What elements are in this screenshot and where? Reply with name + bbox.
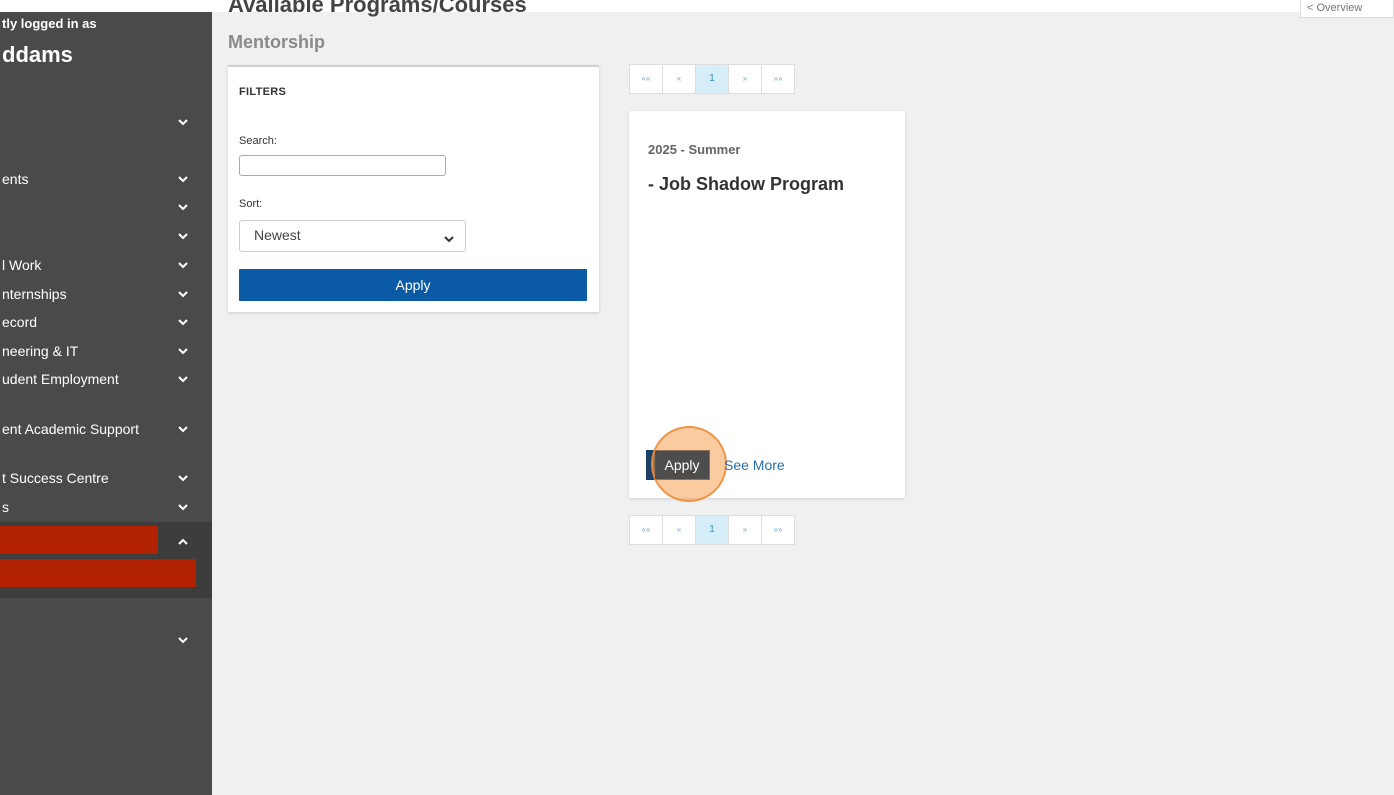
current-page-button[interactable]: 1: [695, 515, 729, 545]
prev-page-button[interactable]: «: [662, 64, 696, 94]
filters-title: FILTERS: [239, 86, 287, 98]
pagination-bottom: «« « 1 » »»: [629, 515, 795, 545]
redacted-subnav-item[interactable]: [0, 559, 196, 587]
see-more-link[interactable]: See More: [724, 457, 785, 473]
sidebar-item-13[interactable]: [0, 629, 212, 653]
sidebar-item-student-employment[interactable]: udent Employment: [0, 368, 212, 392]
chevron-down-icon: [176, 116, 190, 128]
logged-in-label: tly logged in as: [2, 16, 97, 31]
pagination-top: «« « 1 » »»: [629, 64, 795, 94]
sidebar-item-academic-support[interactable]: ent Academic Support: [0, 418, 212, 442]
search-label: Search:: [239, 135, 277, 147]
apply-button[interactable]: Apply: [655, 451, 709, 479]
chevron-down-icon: [176, 259, 190, 271]
page-title: Available Programs/Courses: [228, 0, 527, 17]
chevron-up-icon[interactable]: [176, 536, 190, 548]
sidebar-item-label: t Success Centre: [2, 470, 109, 486]
overview-button[interactable]: < Overview: [1300, 0, 1394, 18]
chevron-down-icon: [176, 501, 190, 513]
sidebar-item-label: neering & IT: [2, 343, 79, 359]
sidebar-item-12[interactable]: s: [0, 496, 212, 520]
program-card: 2025 - Summer - Job Shadow Program Apply…: [629, 111, 905, 502]
chevron-down-icon: [176, 423, 190, 435]
chevron-down-icon: [176, 173, 190, 185]
first-page-button[interactable]: ««: [629, 515, 663, 545]
sidebar-item-label: ent Academic Support: [2, 421, 139, 437]
first-page-button[interactable]: ««: [629, 64, 663, 94]
sidebar-item-success-centre[interactable]: t Success Centre: [0, 467, 212, 491]
chevron-down-icon: [176, 634, 190, 646]
sidebar-item-record[interactable]: ecord: [0, 311, 212, 335]
sort-label: Sort:: [239, 198, 263, 210]
apply-filters-button[interactable]: Apply: [239, 269, 587, 301]
sidebar-item-label: nternships: [2, 286, 67, 302]
sidebar-item-work[interactable]: l Work: [0, 254, 212, 278]
top-bar: [0, 0, 1394, 12]
chevron-down-icon: [176, 316, 190, 328]
expanded-nav-group: [0, 522, 212, 598]
program-term: 2025 - Summer: [648, 142, 741, 157]
chevron-down-icon: [176, 230, 190, 242]
sidebar-item-label: ents: [2, 171, 29, 187]
chevron-down-icon: [176, 373, 190, 385]
sidebar-item-3[interactable]: [0, 196, 212, 220]
sidebar-item-events[interactable]: ents: [0, 168, 212, 192]
sidebar-item-engineering-it[interactable]: neering & IT: [0, 340, 212, 364]
program-title: - Job Shadow Program: [648, 174, 845, 194]
redacted-nav-item[interactable]: [0, 526, 158, 554]
sidebar-item-label: ecord: [2, 314, 38, 330]
sidebar-item-label: s: [2, 499, 9, 515]
sidebar-item-label: udent Employment: [2, 371, 119, 387]
user-name: ddams: [2, 42, 73, 67]
page-subtitle: Mentorship: [228, 32, 325, 52]
sort-selected-value: Newest: [254, 227, 301, 243]
sidebar-item-internships[interactable]: nternships: [0, 283, 212, 307]
prev-page-button[interactable]: «: [662, 515, 696, 545]
sidebar-item-4[interactable]: [0, 225, 212, 249]
chevron-down-icon: [176, 345, 190, 357]
next-page-button[interactable]: »: [728, 515, 762, 545]
chevron-down-icon: [443, 231, 455, 243]
sort-select[interactable]: Newest: [239, 220, 466, 252]
search-input[interactable]: [239, 155, 446, 176]
sidebar-item-label: l Work: [2, 257, 42, 273]
last-page-button[interactable]: »»: [761, 64, 795, 94]
last-page-button[interactable]: »»: [761, 515, 795, 545]
chevron-down-icon: [176, 201, 190, 213]
current-page-button[interactable]: 1: [695, 64, 729, 94]
sidebar-item-1[interactable]: [0, 111, 212, 135]
chevron-down-icon: [176, 288, 190, 300]
chevron-down-icon: [176, 472, 190, 484]
sidebar: tly logged in as ddams ents l Work ntern…: [0, 12, 212, 795]
filters-panel: FILTERS Search: Sort: Newest Apply: [228, 65, 599, 312]
next-page-button[interactable]: »: [728, 64, 762, 94]
